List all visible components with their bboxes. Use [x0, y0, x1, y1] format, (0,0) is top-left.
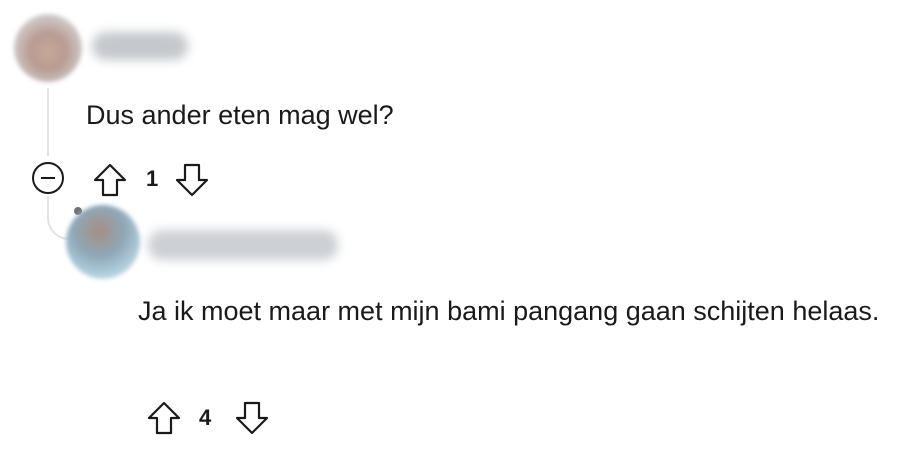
vote-count: 4 [199, 405, 212, 430]
avatar[interactable] [14, 14, 82, 82]
vote-count: 1 [146, 166, 159, 191]
arrow-up-icon [93, 163, 127, 197]
upvote-button[interactable] [90, 160, 130, 200]
collapse-button[interactable] [30, 160, 66, 196]
comment-body: Ja ik moet maar met mijn bami pangang ga… [138, 296, 880, 326]
username-redacted[interactable] [148, 230, 338, 260]
arrow-up-icon [147, 401, 181, 435]
username-redacted[interactable] [92, 32, 188, 60]
comment-body: Dus ander eten mag wel? [86, 100, 394, 130]
arrow-down-icon [175, 163, 209, 197]
downvote-button[interactable] [172, 160, 212, 200]
downvote-button[interactable] [232, 398, 272, 438]
thread-line[interactable] [47, 88, 49, 156]
upvote-button[interactable] [144, 398, 184, 438]
collapse-minus-icon [32, 162, 64, 194]
avatar[interactable] [66, 205, 140, 279]
arrow-down-icon [235, 401, 269, 435]
